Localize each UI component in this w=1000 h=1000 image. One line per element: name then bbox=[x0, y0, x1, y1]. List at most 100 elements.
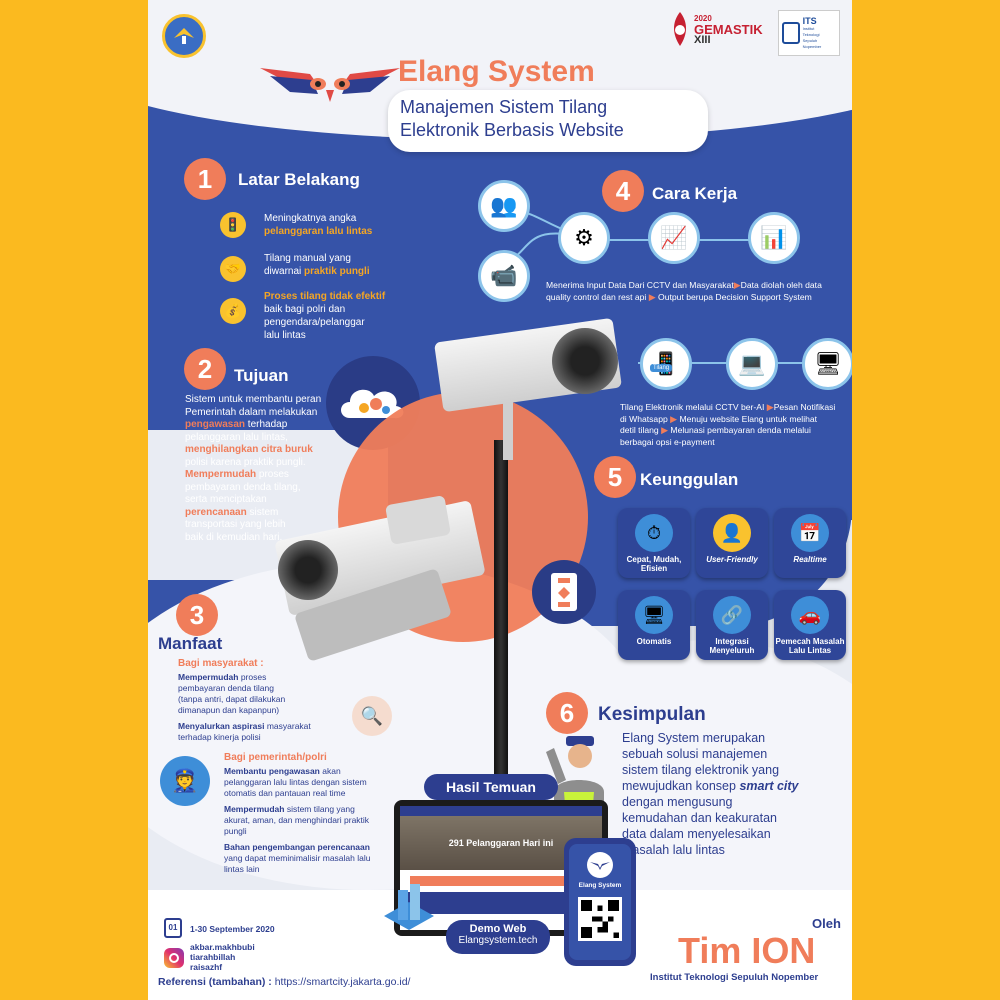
keunggulan-card-otomatis: 🖥 Otomatis bbox=[618, 590, 690, 660]
camera-pole bbox=[494, 440, 508, 800]
team-institute: Institut Teknologi Sepuluh Nopember bbox=[650, 972, 819, 983]
kesimpulan-line1: Elang System merupakan bbox=[622, 731, 766, 745]
page-title: Elang System bbox=[398, 55, 595, 88]
its-line3: Sepuluh Nopember bbox=[802, 38, 822, 49]
cara-kerja-line5: detil tilang bbox=[620, 425, 659, 435]
instagram-icon bbox=[164, 948, 184, 968]
cara-kerja-line3: Tilang Elektronik melalui CCTV ber-AI bbox=[620, 402, 765, 412]
tujuan-line8: pembayaran denda tilang, bbox=[185, 481, 301, 493]
demo-web-url[interactable]: Elangsystem.tech bbox=[446, 935, 550, 946]
tujuan-line9: serta menciptakan bbox=[185, 494, 267, 505]
oleh-label: Oleh bbox=[812, 916, 841, 931]
keunggulan-label-5a: Integrasi bbox=[715, 637, 749, 646]
ig-handle-3[interactable]: raisazhf bbox=[190, 962, 255, 972]
demo-web-label: Demo Web bbox=[469, 923, 527, 935]
kesimpulan-line7: data dalam menyelesaikan bbox=[622, 827, 771, 841]
latar-item-2: Tilang manual yang diwarnai praktik pung… bbox=[264, 252, 444, 278]
manfaat-p3-bold: Bahan pengembangan perencanaan bbox=[224, 842, 370, 852]
tut-wuri-logo bbox=[162, 14, 206, 58]
manfaat-m1-line4: dimanapun dan kapanpun) bbox=[178, 705, 280, 715]
latar-item-2-highlight: praktik pungli bbox=[304, 266, 370, 277]
its-emblem-icon bbox=[782, 22, 800, 44]
tujuan-highlight-mempermudah: Mempermudah bbox=[185, 469, 257, 480]
laptop-notification-icon: 💻 bbox=[726, 338, 778, 390]
cara-kerja-line1b: Data diolah oleh data bbox=[740, 280, 822, 290]
cara-kerja-line3b: Pesan Notifikasi bbox=[773, 402, 836, 412]
latar-item-3: Proses tilang tidak efektif baik bagi po… bbox=[264, 290, 444, 342]
tujuan-line6: polisi karena praktik pungli. bbox=[185, 456, 306, 468]
latar-item-2-line1: Tilang manual yang bbox=[264, 253, 351, 264]
calendar-icon: 01 bbox=[164, 918, 182, 938]
manfaat-m2-line2: terhadap kinerja polisi bbox=[178, 732, 261, 742]
stopwatch-icon: ⏱ bbox=[635, 514, 673, 552]
reference-url[interactable]: https://smartcity.jakarta.go.id/ bbox=[275, 976, 411, 988]
kesimpulan-line2: sebuah solusi manajemen bbox=[622, 747, 768, 761]
camera-lens-bottom-icon bbox=[278, 540, 338, 600]
section-6-title: Kesimpulan bbox=[598, 704, 706, 725]
instagram-handles: akbar.makhbubi tiarahbillah raisazhf bbox=[190, 942, 255, 972]
latar-item-1-line1: Meningkatnya angka bbox=[264, 213, 357, 224]
people-icon: 👥 bbox=[478, 180, 530, 232]
cara-kerja-line1: Menerima Input Data Dari CCTV dan Masyar… bbox=[546, 280, 734, 290]
manfaat-m1-line3: (tanpa antri, dapat dilakukan bbox=[178, 694, 286, 704]
bar-chart-icon: 📊 bbox=[748, 212, 800, 264]
money-bag-icon: 💰 bbox=[220, 298, 246, 324]
latar-item-3-line2: baik bagi polri dan bbox=[264, 304, 346, 315]
tujuan-line3: terhadap bbox=[245, 419, 288, 430]
keunggulan-label-1a: Cepat, Mudah, bbox=[626, 555, 682, 564]
automation-screen-icon: 🖥 bbox=[635, 596, 673, 634]
city-isometric-illustration bbox=[380, 876, 438, 934]
keunggulan-card-pemecah: 🚗 Pemecah Masalah Lalu Lintas bbox=[774, 590, 846, 660]
manfaat-m1-line1: proses bbox=[238, 672, 267, 682]
manfaat-p2-line1: sistem tilang yang bbox=[284, 804, 355, 814]
subtitle-card: Manajemen Sistem Tilang Elektronik Berba… bbox=[388, 90, 708, 152]
bird-emblem-icon bbox=[174, 28, 194, 44]
latar-item-3-line3: pengendara/pelanggar bbox=[264, 317, 365, 328]
manfaat-p2-line2: akurat, aman, dan menghindari praktik bbox=[224, 815, 370, 825]
analytics-icon: 📈 bbox=[648, 212, 700, 264]
keunggulan-label-4: Otomatis bbox=[636, 637, 672, 646]
cara-kerja-line2b: Output berupa Decision Support System bbox=[658, 291, 812, 302]
kesimpulan-text: Elang System merupakan sebuah solusi man… bbox=[622, 730, 832, 858]
qr-code-icon[interactable] bbox=[578, 897, 622, 941]
latar-item-2-line2: diwarnai bbox=[264, 266, 302, 277]
ig-handle-2[interactable]: tiarahbillah bbox=[190, 952, 255, 962]
cara-kerja-line5b: Melunasi pembayaran denda melalui bbox=[670, 425, 811, 435]
event-date: 1-30 September 2020 bbox=[190, 924, 275, 934]
cara-kerja-line6: berbagai opsi e-payment bbox=[620, 436, 715, 447]
tujuan-line7: proses bbox=[256, 469, 289, 480]
cara-kerja-line4b: Menuju website Elang untuk melihat bbox=[679, 413, 818, 424]
keunggulan-label-3: Realtime bbox=[793, 555, 827, 564]
manfaat-p1-line2: pelanggaran lalu lintas dengan sistem bbox=[224, 777, 367, 787]
team-name: Tim ION bbox=[678, 930, 816, 971]
handshake-icon: 🤝 bbox=[220, 256, 246, 282]
camera-mount-top bbox=[503, 400, 513, 460]
section-5-title: Keunggulan bbox=[640, 470, 739, 489]
phone-screen: Elang System bbox=[569, 844, 631, 960]
manfaat-p1-bold: Membantu pengawasan bbox=[224, 766, 320, 776]
manfaat-m2-bold: Menyalurkan aspirasi bbox=[178, 721, 265, 731]
phone-app-title: Elang System bbox=[578, 882, 622, 889]
manfaat-p1-line3: otomatis dan pantauan real time bbox=[224, 788, 346, 798]
ig-handle-1[interactable]: akbar.makhbubi bbox=[190, 942, 255, 952]
keunggulan-card-integrasi: 🔗 Integrasi Menyeluruh bbox=[696, 590, 768, 660]
manfaat-m1-bold: Mempermudah bbox=[178, 672, 239, 682]
integration-screen-icon: 🔗 bbox=[713, 596, 751, 634]
payment-screen-icon: 🖥 bbox=[802, 338, 852, 390]
kesimpulan-line3: sistem tilang elektronik yang bbox=[622, 763, 780, 777]
phone-tilang-label: Tilang bbox=[650, 364, 673, 372]
tujuan-highlight-perencanaan: perencanaan bbox=[185, 506, 247, 518]
its-acronym: ITS bbox=[802, 16, 817, 26]
tujuan-line10: sistem bbox=[246, 506, 279, 518]
section-3-number: 3 bbox=[176, 594, 218, 636]
keunggulan-label-5b: Menyeluruh bbox=[709, 646, 755, 655]
reference-line: Referensi (tambahan) : https://smartcity… bbox=[158, 976, 410, 988]
kesimpulan-line4: mewujudkan konsep bbox=[622, 779, 740, 793]
keunggulan-label-6a: Pemecah Masalah bbox=[775, 637, 845, 646]
magnifier-icon: 🔍 bbox=[352, 696, 392, 736]
elang-owl-logo-icon bbox=[260, 68, 400, 102]
demo-web-badge[interactable]: Demo Web Elangsystem.tech bbox=[446, 920, 550, 954]
phone-owl-logo-icon bbox=[587, 852, 613, 878]
flowchart-badge bbox=[532, 560, 596, 624]
kesimpulan-line5: dengan mengusung bbox=[622, 795, 733, 809]
